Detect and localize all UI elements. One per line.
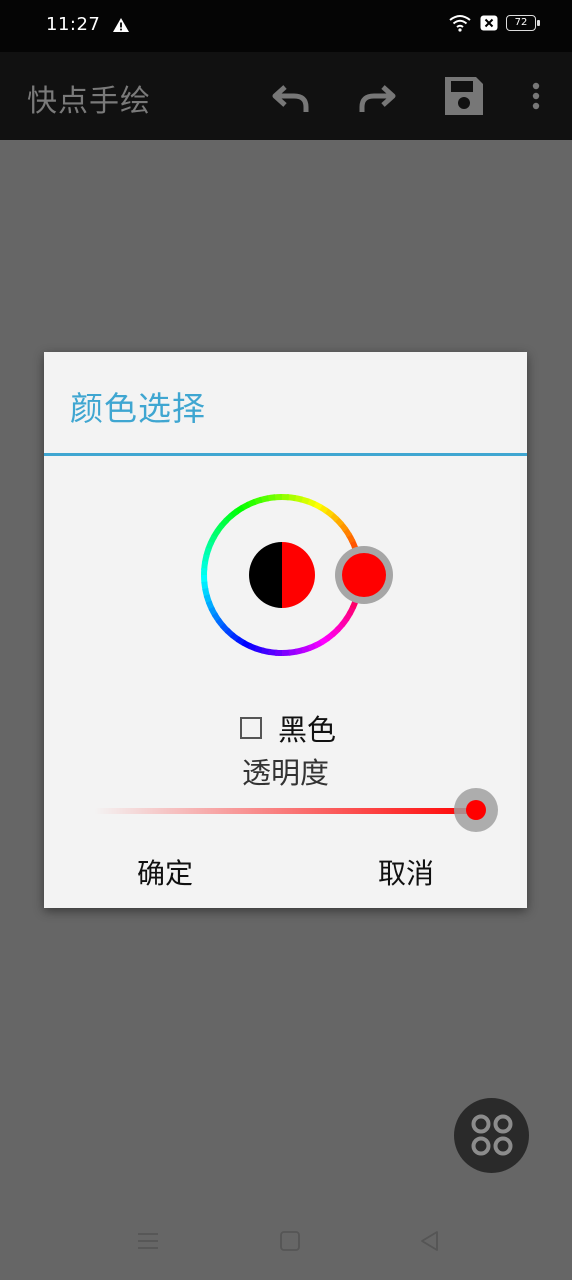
status-time: 11:27	[46, 14, 101, 35]
four-dots-icon	[471, 1114, 513, 1156]
color-wheel[interactable]	[199, 489, 394, 661]
home-icon[interactable]	[279, 1230, 301, 1252]
battery-icon: 72	[506, 15, 540, 31]
save-button[interactable]	[442, 74, 486, 118]
opacity-thumb[interactable]	[466, 800, 486, 820]
wifi-icon	[449, 15, 471, 32]
app-toolbar: 快点手绘	[0, 52, 572, 140]
redo-icon	[359, 85, 396, 112]
status-bar: 11:27 72	[0, 0, 572, 52]
cancel-button[interactable]: 取消	[378, 852, 434, 892]
undo-icon	[272, 85, 309, 112]
hue-handle[interactable]	[342, 553, 386, 597]
back-icon[interactable]	[419, 1230, 441, 1252]
warning-icon	[113, 18, 129, 32]
more-options-button[interactable]	[517, 74, 555, 118]
confirm-button[interactable]: 确定	[137, 852, 193, 892]
opacity-track[interactable]	[94, 808, 476, 814]
opacity-slider[interactable]	[94, 786, 504, 834]
dialog-title: 颜色选择	[70, 389, 206, 428]
no-sim-icon	[480, 15, 498, 31]
redo-button[interactable]	[354, 74, 398, 118]
menu-icon[interactable]	[137, 1230, 159, 1252]
color-picker-dialog: 颜色选择 黑色 透明度 确定 取消	[44, 352, 527, 908]
checkbox-box[interactable]	[240, 717, 262, 739]
app-title: 快点手绘	[27, 84, 151, 119]
undo-button[interactable]	[270, 74, 314, 118]
black-checkbox[interactable]: 黑色	[240, 707, 336, 749]
more-vert-icon	[532, 82, 540, 110]
status-icons: 72	[448, 14, 540, 32]
color-wheel-svg	[201, 494, 393, 656]
tools-fab[interactable]	[454, 1098, 529, 1173]
dialog-divider	[44, 453, 527, 456]
save-icon	[445, 77, 483, 115]
black-checkbox-label: 黑色	[278, 713, 337, 747]
battery-level: 72	[514, 17, 528, 28]
system-nav-bar	[0, 1210, 572, 1280]
